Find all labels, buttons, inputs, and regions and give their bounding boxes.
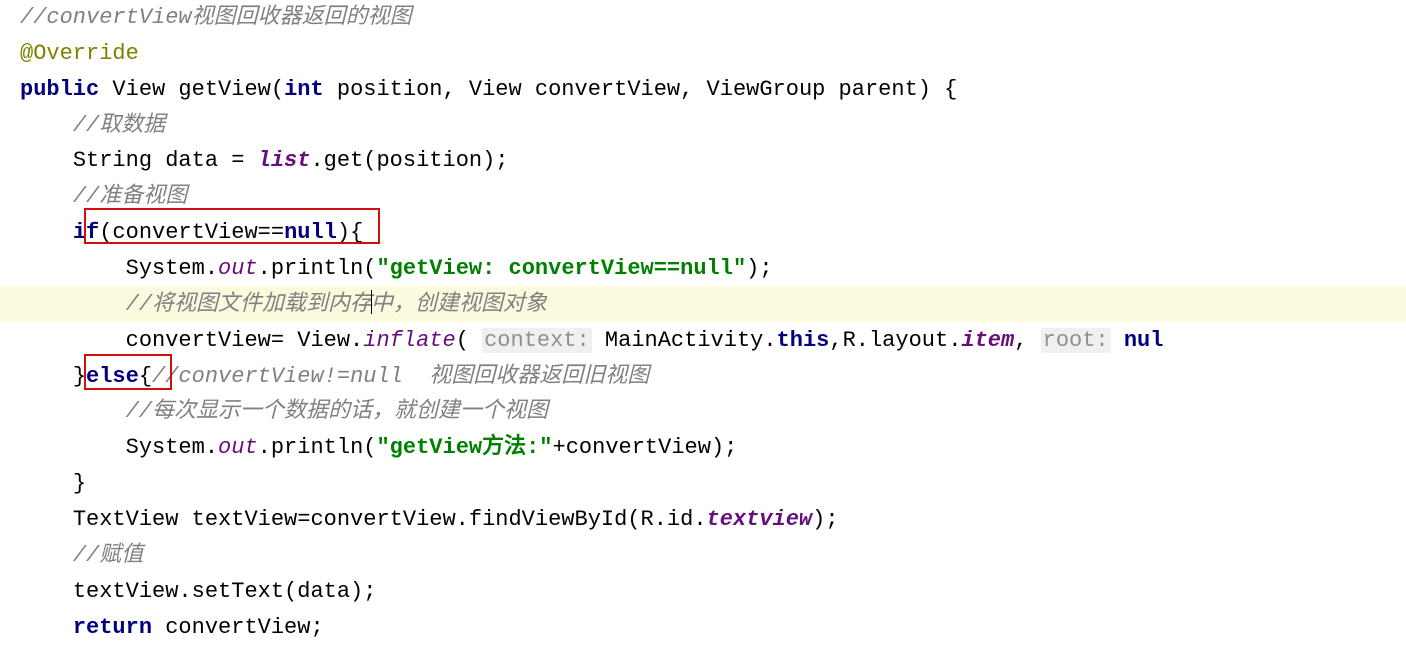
code-line: //convertView视图回收器返回的视图 [20,5,412,30]
code-line: convertView= View.inflate( context: Main… [20,328,1163,353]
code-line: //准备视图 [20,184,187,209]
text-cursor [371,290,372,314]
code-line: }else{//convertView!=null 视图回收器返回旧视图 [20,364,649,389]
code-line: TextView textView=convertView.findViewBy… [20,507,839,532]
code-line: textView.setText(data); [20,579,376,604]
code-line: @Override [20,41,139,66]
code-line: System.out.println("getView方法:"+convertV… [20,435,737,460]
code-content: //convertView视图回收器返回的视图 @Override public… [20,0,1406,645]
code-line: //取数据 [20,113,165,138]
code-line: } [20,471,86,496]
code-line: //赋值 [20,543,143,568]
code-line: System.out.println("getView: convertView… [20,256,773,281]
code-block: //convertView视图回收器返回的视图 @Override public… [0,0,1406,645]
code-line: //将视图文件加载到内存中，创建视图对象 [20,292,547,317]
code-line: return convertView; [20,615,324,640]
code-line: String data = list.get(position); [20,148,509,173]
code-line: public View getView(int position, View c… [20,77,957,102]
code-line: if(convertView==null){ [20,220,363,245]
code-line: //每次显示一个数据的话，就创建一个视图 [20,399,548,424]
